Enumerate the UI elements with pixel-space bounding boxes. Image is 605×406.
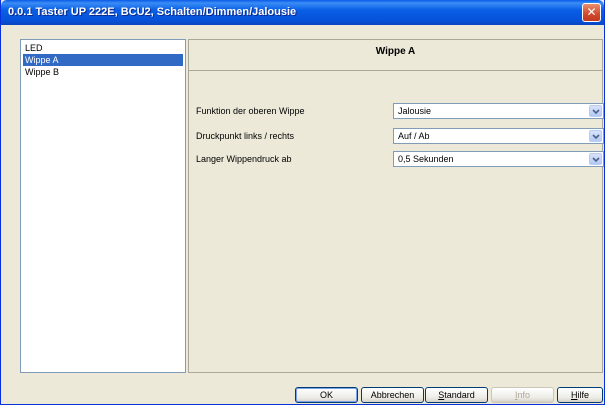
chevron-down-icon[interactable] [589, 130, 602, 142]
funktion-select[interactable]: Jalousie [393, 103, 604, 119]
dialog-window: 0.0.1 Taster UP 222E, BCU2, Schalten/Dim… [0, 0, 605, 405]
parameter-tree[interactable]: LED Wippe A Wippe B [20, 39, 186, 373]
close-button[interactable]: ✕ [582, 3, 601, 22]
standard-button-label: tandard [444, 390, 475, 400]
select-value: Auf / Ab [398, 131, 430, 141]
chevron-down-icon[interactable] [589, 153, 602, 165]
sidebar-item-label: LED [25, 43, 43, 53]
row-label-funktion: Funktion der oberen Wippe [196, 106, 305, 116]
window-title: 0.0.1 Taster UP 222E, BCU2, Schalten/Dim… [8, 6, 297, 18]
sidebar-item-wippe-b[interactable]: Wippe B [23, 66, 183, 78]
cancel-button[interactable]: Abbrechen [361, 387, 424, 403]
parameter-panel: Wippe A Funktion der oberen Wippe Jalous… [188, 39, 604, 373]
info-button-label: nfo [517, 390, 531, 400]
help-button-label: ilfe [577, 390, 589, 400]
row-label-langer-wippendruck: Langer Wippendruck ab [196, 154, 292, 164]
help-button[interactable]: Hilfe [557, 387, 603, 403]
chevron-down-icon[interactable] [589, 105, 602, 117]
info-button: Info [491, 387, 554, 403]
sidebar-item-led[interactable]: LED [23, 42, 183, 54]
standard-button[interactable]: Standard [425, 387, 488, 403]
sidebar-item-label: Wippe B [25, 67, 60, 77]
sidebar-item-label: Wippe A [25, 55, 59, 65]
select-value: 0,5 Sekunden [398, 154, 454, 164]
title-bar[interactable]: 0.0.1 Taster UP 222E, BCU2, Schalten/Dim… [1, 0, 604, 25]
close-icon: ✕ [586, 5, 597, 19]
ok-button[interactable]: OK [295, 387, 358, 403]
druckpunkt-select[interactable]: Auf / Ab [393, 128, 604, 144]
wippendruck-select[interactable]: 0,5 Sekunden [393, 151, 604, 167]
row-label-druckpunkt: Druckpunkt links / rechts [196, 131, 295, 141]
select-value: Jalousie [398, 106, 432, 116]
sidebar-item-wippe-a[interactable]: Wippe A [23, 54, 183, 66]
ok-button-label: OK [319, 390, 333, 400]
section-title: Wippe A [189, 40, 602, 71]
cancel-button-label: Abbrechen [370, 390, 415, 400]
